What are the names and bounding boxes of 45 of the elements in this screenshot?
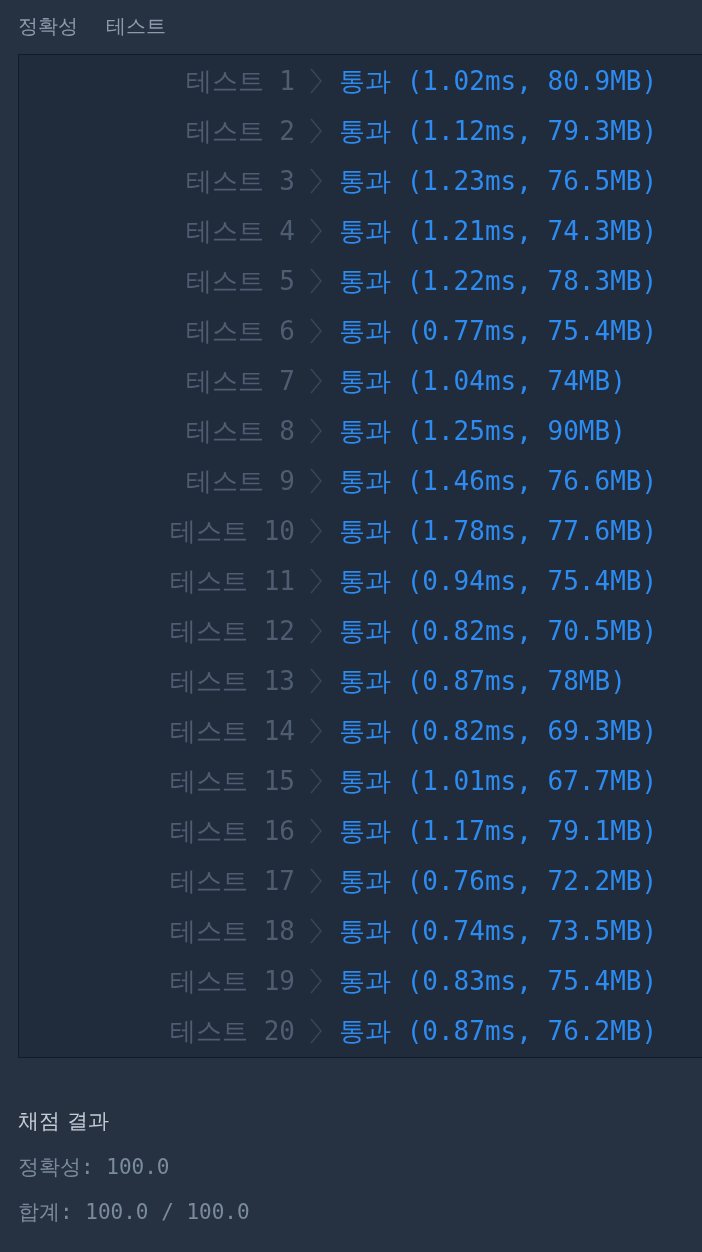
- chevron-icon: [309, 817, 323, 845]
- test-result: 통과 (1.23ms, 76.5MB): [339, 164, 658, 198]
- chevron-icon: [309, 517, 323, 545]
- chevron-icon: [309, 867, 323, 895]
- chevron-icon: [309, 217, 323, 245]
- chevron-icon: [309, 967, 323, 995]
- test-result: 통과 (1.12ms, 79.3MB): [339, 114, 658, 148]
- test-result: 통과 (0.87ms, 78MB): [339, 664, 626, 698]
- chevron-icon: [309, 617, 323, 645]
- chevron-icon: [309, 267, 323, 295]
- test-result: 통과 (1.01ms, 67.7MB): [339, 764, 658, 798]
- chevron-icon: [309, 467, 323, 495]
- test-result: 통과 (1.04ms, 74MB): [339, 364, 626, 398]
- chevron-icon: [309, 417, 323, 445]
- chevron-icon: [309, 717, 323, 745]
- test-result: 통과 (1.02ms, 80.9MB): [339, 64, 658, 98]
- test-result: 통과 (1.78ms, 77.6MB): [339, 514, 658, 548]
- test-result: 통과 (1.22ms, 78.3MB): [339, 264, 658, 298]
- summary-line: 합계: 100.0 / 100.0: [18, 1199, 251, 1226]
- test-result: 통과 (0.82ms, 69.3MB): [339, 714, 658, 748]
- test-result: 통과 (0.83ms, 75.4MB): [339, 964, 658, 998]
- test-result: 통과 (0.87ms, 76.2MB): [339, 1014, 658, 1048]
- chevron-icon: [309, 117, 323, 145]
- chevron-icon: [309, 317, 323, 345]
- chevron-icon: [309, 917, 323, 945]
- test-result: 통과 (1.46ms, 76.6MB): [339, 464, 658, 498]
- test-result: 통과 (1.21ms, 74.3MB): [339, 214, 658, 248]
- chevron-icon: [309, 667, 323, 695]
- test-result: 통과 (0.74ms, 73.5MB): [339, 914, 658, 948]
- chevron-icon: [309, 167, 323, 195]
- chevron-icon: [309, 767, 323, 795]
- test-result: 통과 (1.25ms, 90MB): [339, 414, 626, 448]
- chevron-icon: [309, 1017, 323, 1045]
- summary-title: 채점 결과: [18, 1108, 110, 1135]
- test-result: 통과 (0.77ms, 75.4MB): [339, 314, 658, 348]
- header-label: 정확성: [18, 13, 78, 40]
- test-result: 통과 (0.82ms, 70.5MB): [339, 614, 658, 648]
- summary-line: 정확성: 100.0: [18, 1153, 171, 1181]
- header-label: 테스트: [106, 13, 166, 40]
- test-result: 통과 (1.17ms, 79.1MB): [339, 814, 658, 848]
- chevron-icon: [309, 567, 323, 595]
- chevron-icon: [309, 67, 323, 95]
- test-result: 통과 (0.76ms, 72.2MB): [339, 864, 658, 898]
- test-result: 통과 (0.94ms, 75.4MB): [339, 564, 658, 598]
- chevron-icon: [309, 367, 323, 395]
